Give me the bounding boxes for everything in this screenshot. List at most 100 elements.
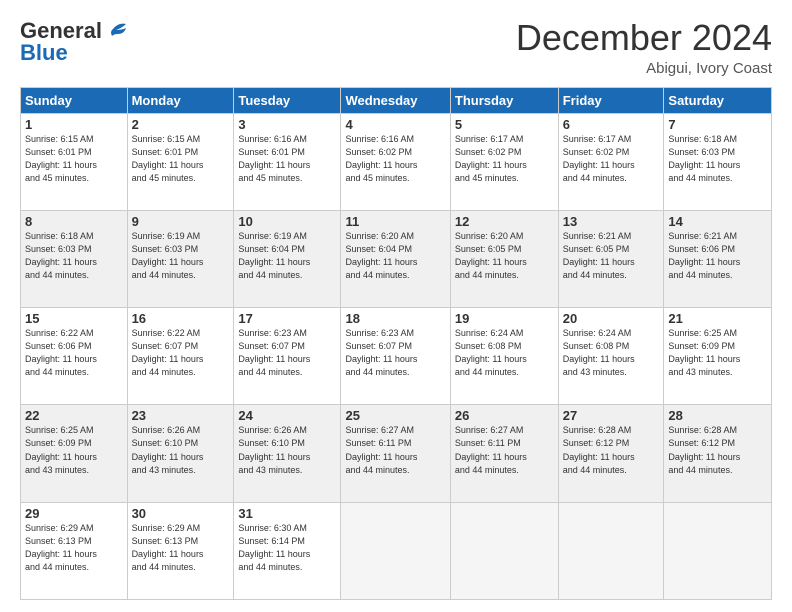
calendar-week-row: 1Sunrise: 6:15 AM Sunset: 6:01 PM Daylig… [21,113,772,210]
table-row: 18Sunrise: 6:23 AM Sunset: 6:07 PM Dayli… [341,308,450,405]
day-number: 19 [455,311,554,326]
day-number: 18 [345,311,445,326]
day-number: 14 [668,214,767,229]
logo-blue: Blue [20,40,68,66]
calendar-week-row: 15Sunrise: 6:22 AM Sunset: 6:06 PM Dayli… [21,308,772,405]
day-number: 1 [25,117,123,132]
table-row: 12Sunrise: 6:20 AM Sunset: 6:05 PM Dayli… [450,210,558,307]
day-number: 13 [563,214,660,229]
day-number: 17 [238,311,336,326]
day-number: 16 [132,311,230,326]
day-info: Sunrise: 6:23 AM Sunset: 6:07 PM Dayligh… [345,327,445,379]
day-info: Sunrise: 6:26 AM Sunset: 6:10 PM Dayligh… [238,424,336,476]
table-row: 28Sunrise: 6:28 AM Sunset: 6:12 PM Dayli… [664,405,772,502]
col-saturday: Saturday [664,87,772,113]
table-row: 19Sunrise: 6:24 AM Sunset: 6:08 PM Dayli… [450,308,558,405]
day-number: 8 [25,214,123,229]
col-tuesday: Tuesday [234,87,341,113]
table-row [558,502,664,599]
table-row: 1Sunrise: 6:15 AM Sunset: 6:01 PM Daylig… [21,113,128,210]
day-info: Sunrise: 6:26 AM Sunset: 6:10 PM Dayligh… [132,424,230,476]
day-info: Sunrise: 6:18 AM Sunset: 6:03 PM Dayligh… [25,230,123,282]
day-number: 25 [345,408,445,423]
table-row: 9Sunrise: 6:19 AM Sunset: 6:03 PM Daylig… [127,210,234,307]
day-info: Sunrise: 6:24 AM Sunset: 6:08 PM Dayligh… [563,327,660,379]
day-number: 3 [238,117,336,132]
table-row: 17Sunrise: 6:23 AM Sunset: 6:07 PM Dayli… [234,308,341,405]
calendar-week-row: 22Sunrise: 6:25 AM Sunset: 6:09 PM Dayli… [21,405,772,502]
table-row: 29Sunrise: 6:29 AM Sunset: 6:13 PM Dayli… [21,502,128,599]
table-row: 2Sunrise: 6:15 AM Sunset: 6:01 PM Daylig… [127,113,234,210]
day-number: 9 [132,214,230,229]
day-info: Sunrise: 6:16 AM Sunset: 6:01 PM Dayligh… [238,133,336,185]
col-thursday: Thursday [450,87,558,113]
table-row: 3Sunrise: 6:16 AM Sunset: 6:01 PM Daylig… [234,113,341,210]
day-info: Sunrise: 6:21 AM Sunset: 6:06 PM Dayligh… [668,230,767,282]
day-number: 29 [25,506,123,521]
table-row [341,502,450,599]
day-info: Sunrise: 6:27 AM Sunset: 6:11 PM Dayligh… [345,424,445,476]
day-info: Sunrise: 6:29 AM Sunset: 6:13 PM Dayligh… [25,522,123,574]
day-info: Sunrise: 6:16 AM Sunset: 6:02 PM Dayligh… [345,133,445,185]
table-row: 13Sunrise: 6:21 AM Sunset: 6:05 PM Dayli… [558,210,664,307]
day-info: Sunrise: 6:23 AM Sunset: 6:07 PM Dayligh… [238,327,336,379]
top-section: General Blue December 2024 Abigui, Ivory… [20,18,772,77]
day-info: Sunrise: 6:22 AM Sunset: 6:06 PM Dayligh… [25,327,123,379]
day-number: 15 [25,311,123,326]
day-info: Sunrise: 6:27 AM Sunset: 6:11 PM Dayligh… [455,424,554,476]
day-number: 2 [132,117,230,132]
table-row: 23Sunrise: 6:26 AM Sunset: 6:10 PM Dayli… [127,405,234,502]
table-row [664,502,772,599]
day-number: 27 [563,408,660,423]
calendar-week-row: 29Sunrise: 6:29 AM Sunset: 6:13 PM Dayli… [21,502,772,599]
day-info: Sunrise: 6:29 AM Sunset: 6:13 PM Dayligh… [132,522,230,574]
table-row: 20Sunrise: 6:24 AM Sunset: 6:08 PM Dayli… [558,308,664,405]
month-title: December 2024 [516,18,772,58]
day-number: 7 [668,117,767,132]
day-info: Sunrise: 6:15 AM Sunset: 6:01 PM Dayligh… [25,133,123,185]
day-info: Sunrise: 6:20 AM Sunset: 6:05 PM Dayligh… [455,230,554,282]
table-row: 24Sunrise: 6:26 AM Sunset: 6:10 PM Dayli… [234,405,341,502]
day-info: Sunrise: 6:19 AM Sunset: 6:03 PM Dayligh… [132,230,230,282]
header-row: Sunday Monday Tuesday Wednesday Thursday… [21,87,772,113]
calendar-table: Sunday Monday Tuesday Wednesday Thursday… [20,87,772,600]
day-number: 21 [668,311,767,326]
table-row: 4Sunrise: 6:16 AM Sunset: 6:02 PM Daylig… [341,113,450,210]
day-info: Sunrise: 6:24 AM Sunset: 6:08 PM Dayligh… [455,327,554,379]
day-info: Sunrise: 6:28 AM Sunset: 6:12 PM Dayligh… [668,424,767,476]
table-row: 8Sunrise: 6:18 AM Sunset: 6:03 PM Daylig… [21,210,128,307]
table-row: 15Sunrise: 6:22 AM Sunset: 6:06 PM Dayli… [21,308,128,405]
col-monday: Monday [127,87,234,113]
day-number: 12 [455,214,554,229]
day-info: Sunrise: 6:19 AM Sunset: 6:04 PM Dayligh… [238,230,336,282]
table-row: 25Sunrise: 6:27 AM Sunset: 6:11 PM Dayli… [341,405,450,502]
day-number: 31 [238,506,336,521]
table-row: 11Sunrise: 6:20 AM Sunset: 6:04 PM Dayli… [341,210,450,307]
table-row: 21Sunrise: 6:25 AM Sunset: 6:09 PM Dayli… [664,308,772,405]
page: General Blue December 2024 Abigui, Ivory… [0,0,792,612]
day-number: 6 [563,117,660,132]
calendar-week-row: 8Sunrise: 6:18 AM Sunset: 6:03 PM Daylig… [21,210,772,307]
day-info: Sunrise: 6:21 AM Sunset: 6:05 PM Dayligh… [563,230,660,282]
day-info: Sunrise: 6:28 AM Sunset: 6:12 PM Dayligh… [563,424,660,476]
table-row: 26Sunrise: 6:27 AM Sunset: 6:11 PM Dayli… [450,405,558,502]
logo: General Blue [20,18,128,66]
day-info: Sunrise: 6:17 AM Sunset: 6:02 PM Dayligh… [563,133,660,185]
day-info: Sunrise: 6:15 AM Sunset: 6:01 PM Dayligh… [132,133,230,185]
day-number: 28 [668,408,767,423]
logo-bird-icon [104,22,128,38]
day-info: Sunrise: 6:22 AM Sunset: 6:07 PM Dayligh… [132,327,230,379]
table-row: 10Sunrise: 6:19 AM Sunset: 6:04 PM Dayli… [234,210,341,307]
day-info: Sunrise: 6:17 AM Sunset: 6:02 PM Dayligh… [455,133,554,185]
table-row: 7Sunrise: 6:18 AM Sunset: 6:03 PM Daylig… [664,113,772,210]
day-info: Sunrise: 6:25 AM Sunset: 6:09 PM Dayligh… [668,327,767,379]
table-row: 14Sunrise: 6:21 AM Sunset: 6:06 PM Dayli… [664,210,772,307]
table-row: 5Sunrise: 6:17 AM Sunset: 6:02 PM Daylig… [450,113,558,210]
day-number: 11 [345,214,445,229]
table-row: 22Sunrise: 6:25 AM Sunset: 6:09 PM Dayli… [21,405,128,502]
table-row [450,502,558,599]
table-row: 16Sunrise: 6:22 AM Sunset: 6:07 PM Dayli… [127,308,234,405]
day-info: Sunrise: 6:20 AM Sunset: 6:04 PM Dayligh… [345,230,445,282]
day-number: 30 [132,506,230,521]
day-info: Sunrise: 6:30 AM Sunset: 6:14 PM Dayligh… [238,522,336,574]
